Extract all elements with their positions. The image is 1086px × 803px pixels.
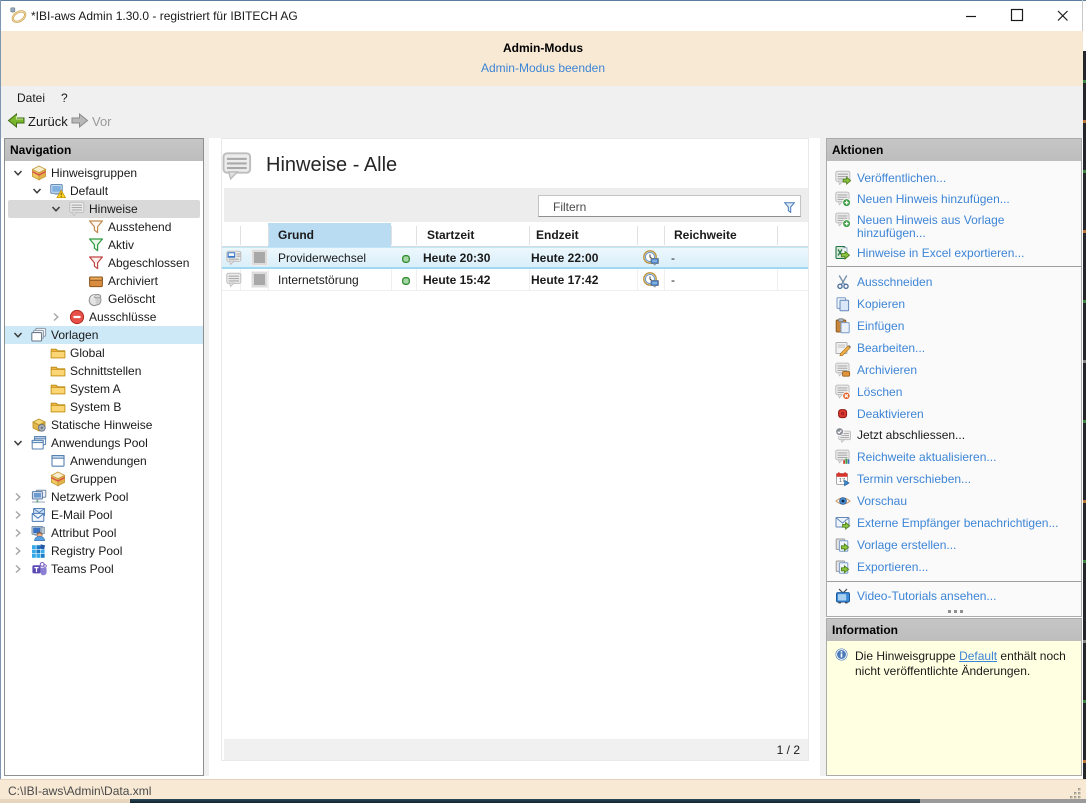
svg-text:17: 17	[839, 478, 845, 484]
